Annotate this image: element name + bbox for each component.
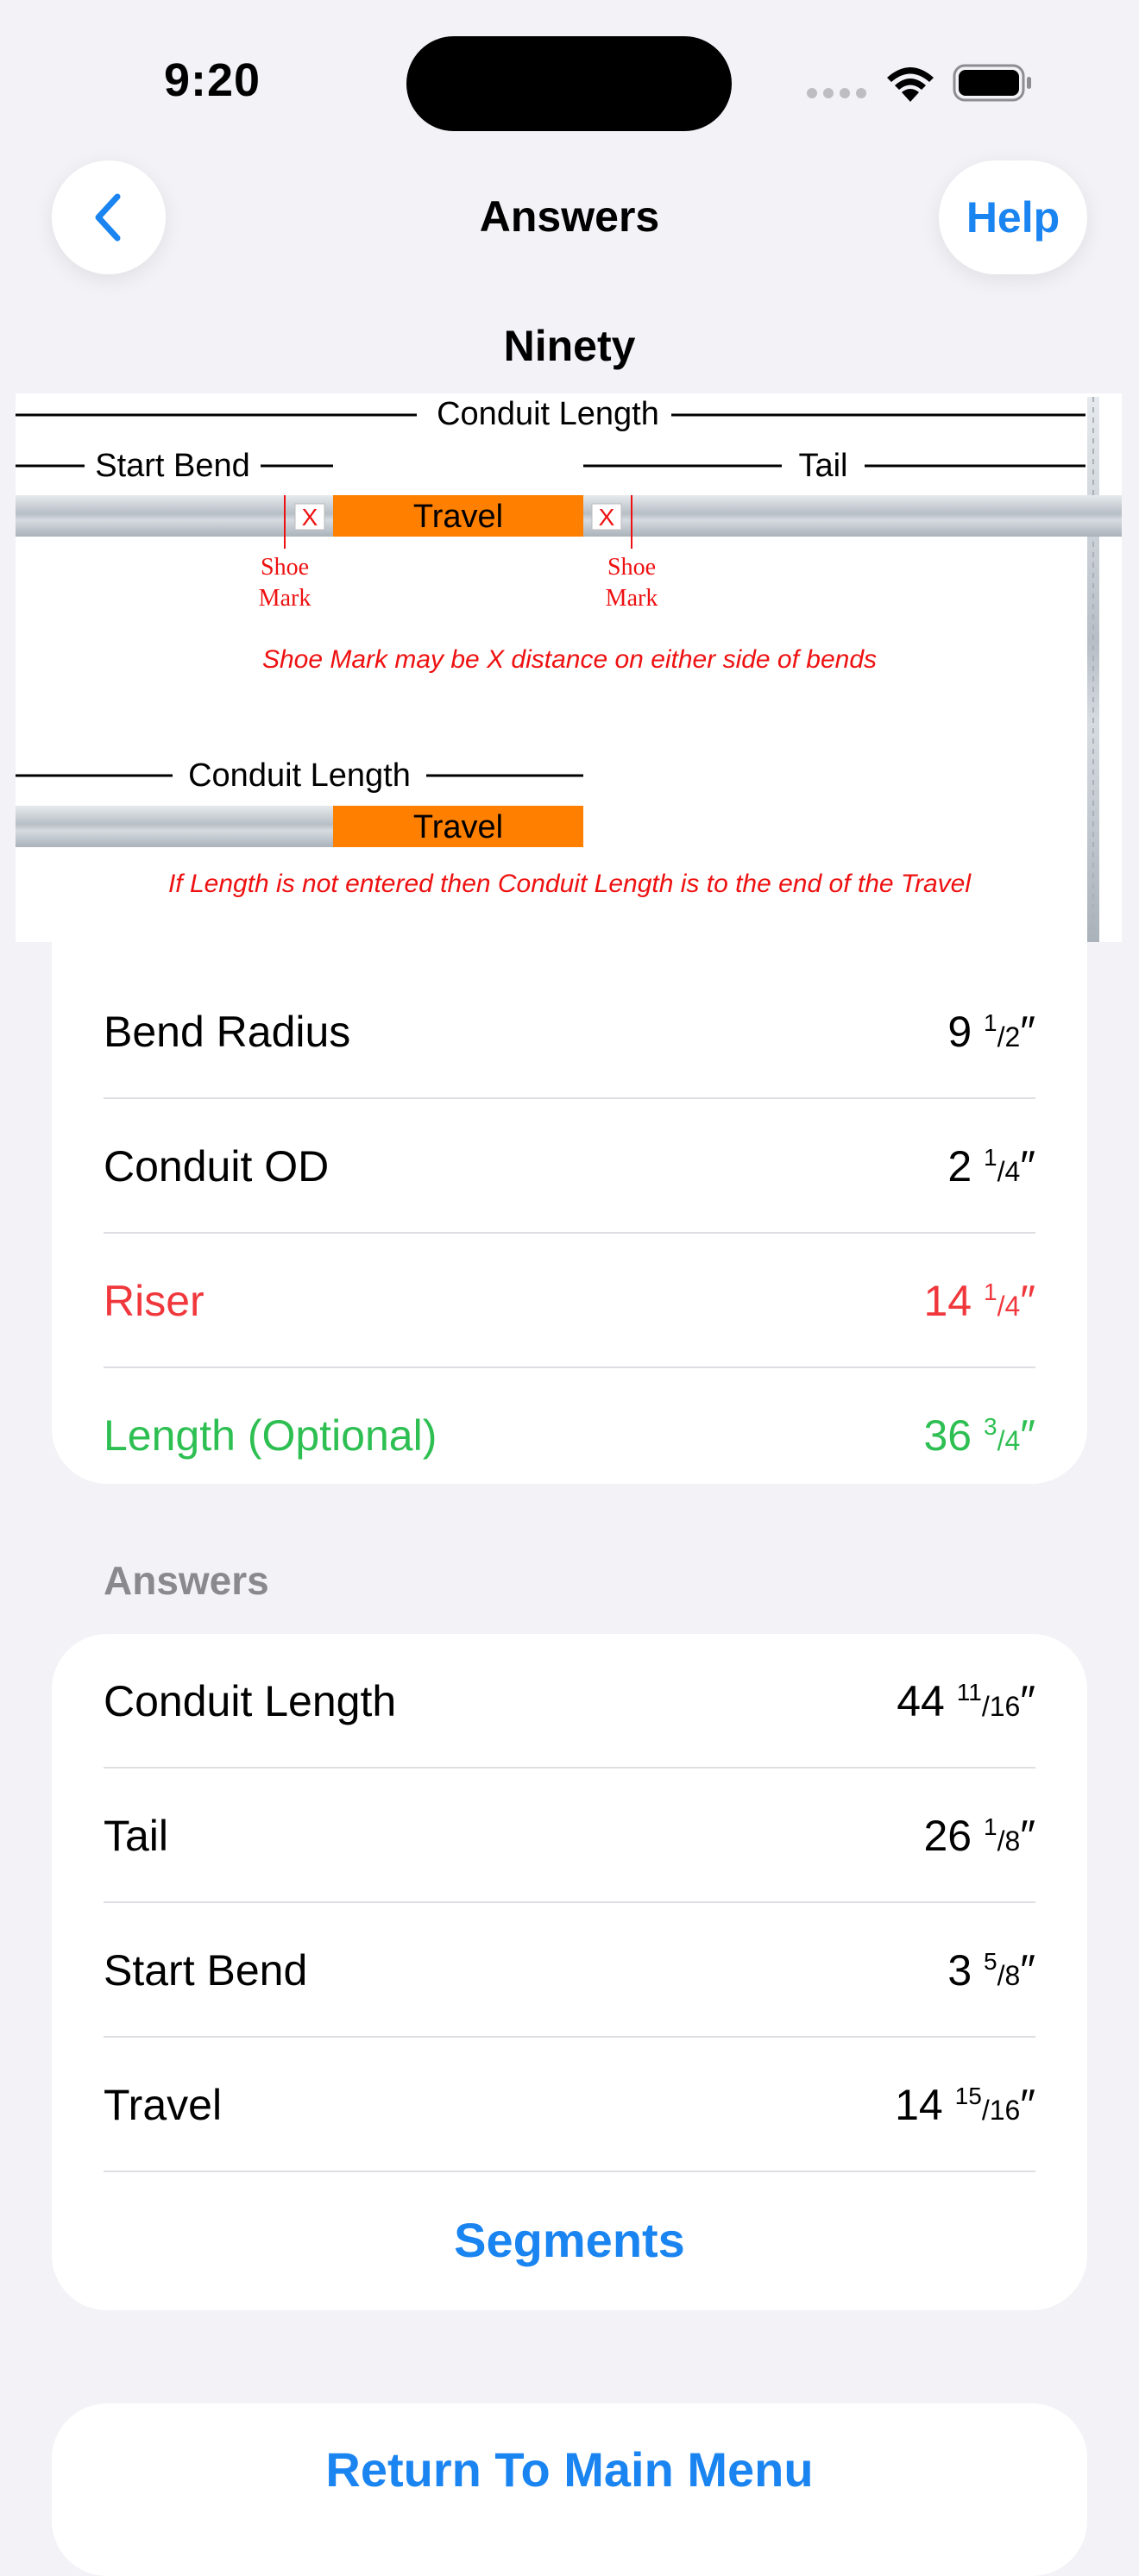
- shoe-mark-note: Shoe Mark may be X distance on either si…: [262, 645, 877, 674]
- conduit-length-label-bottom: Conduit Length: [188, 757, 411, 794]
- shoe-mark-left-line2: Mark: [259, 585, 311, 612]
- answer-label: Tail: [104, 1812, 169, 1860]
- status-time: 9:20: [164, 54, 261, 106]
- input-value: 2 1/4″: [947, 1142, 1035, 1191]
- answer-value: 14 15/16″: [895, 2081, 1035, 2129]
- input-value: 36 3/4″: [923, 1411, 1036, 1460]
- section-title: Ninety: [503, 322, 636, 370]
- travel-label-top: Travel: [413, 499, 503, 535]
- answer-label: Start Bend: [104, 1946, 308, 1995]
- input-label: Conduit OD: [104, 1142, 330, 1191]
- horizontal-pipe-bottom: [16, 806, 333, 847]
- answers-card: Conduit Length 44 11/16″ Tail 26 1/8″ St…: [52, 1634, 1087, 2310]
- return-main-menu-button[interactable]: Return To Main Menu: [52, 2441, 1087, 2497]
- input-row-length-optional[interactable]: Length (Optional) 36 3/4″: [104, 1368, 1035, 1484]
- x-mark-left: X: [302, 504, 318, 531]
- answer-value: 26 1/8″: [923, 1812, 1036, 1860]
- input-label: Length (Optional): [104, 1411, 437, 1460]
- input-row-bend-radius[interactable]: Bend Radius 9 1/2″: [104, 964, 1035, 1099]
- help-button[interactable]: Help: [939, 160, 1087, 274]
- input-label: Riser: [104, 1277, 205, 1325]
- inputs-section: Bend Radius 9 1/2″ Conduit OD 2 1/4″ Ris…: [52, 942, 1087, 1484]
- conduit-length-label-top: Conduit Length: [437, 396, 659, 432]
- answer-row-tail: Tail 26 1/8″: [104, 1769, 1035, 1903]
- cellular-signal-icon: [807, 88, 866, 98]
- tail-label: Tail: [798, 448, 847, 484]
- answer-row-start-bend: Start Bend 3 5/8″: [104, 1903, 1035, 2038]
- answer-value: 3 5/8″: [947, 1946, 1035, 1995]
- input-value: 9 1/2″: [947, 1008, 1035, 1056]
- battery-icon: [953, 64, 1031, 102]
- segments-button[interactable]: Segments: [52, 2172, 1087, 2307]
- input-row-riser[interactable]: Riser 14 1/4″: [104, 1234, 1035, 1368]
- input-value: 14 1/4″: [923, 1277, 1036, 1325]
- answer-label: Travel: [104, 2081, 223, 2129]
- x-mark-right: X: [599, 504, 615, 531]
- shoe-mark-right-line1: Shoe: [607, 554, 656, 581]
- travel-label-bottom: Travel: [413, 809, 503, 845]
- shoe-mark-right-line2: Mark: [606, 585, 658, 612]
- start-bend-label: Start Bend: [95, 448, 250, 484]
- ninety-bend-diagram: Conduit Length Start Bend Tail Travel X …: [16, 393, 1122, 942]
- input-label: Bend Radius: [104, 1008, 351, 1056]
- wifi-icon: [887, 67, 934, 102]
- answer-label: Conduit Length: [104, 1677, 397, 1725]
- input-row-conduit-od[interactable]: Conduit OD 2 1/4″: [104, 1099, 1035, 1234]
- answers-section-label: Answers: [104, 1558, 269, 1603]
- inputs-card: Bend Radius 9 1/2″ Conduit OD 2 1/4″ Ris…: [52, 942, 1087, 1484]
- shoe-mark-left-line1: Shoe: [261, 554, 309, 581]
- answer-row-travel: Travel 14 15/16″: [104, 2038, 1035, 2172]
- length-note: If Length is not entered then Conduit Le…: [168, 870, 972, 898]
- answer-row-conduit-length: Conduit Length 44 11/16″: [104, 1634, 1035, 1769]
- return-main-menu-card: Return To Main Menu: [52, 2403, 1087, 2576]
- answer-value: 44 11/16″: [897, 1677, 1035, 1725]
- dynamic-island: [406, 36, 732, 131]
